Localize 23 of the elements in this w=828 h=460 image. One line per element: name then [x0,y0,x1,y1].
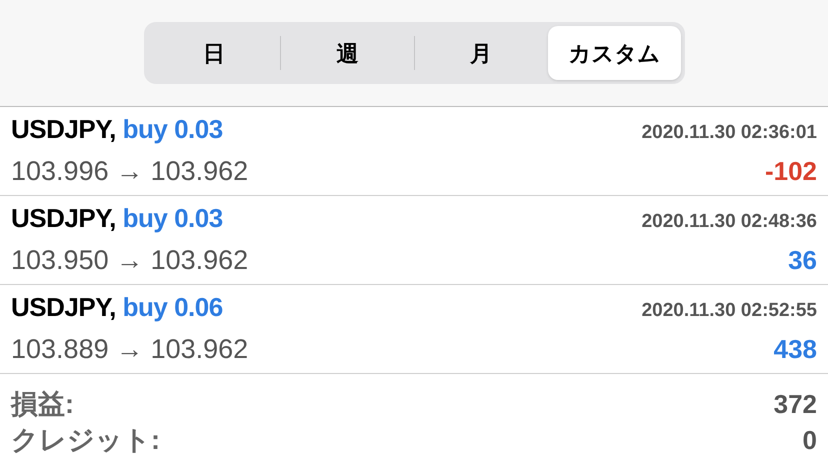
deal-time: 2020.11.30 02:48:36 [642,210,817,234]
trade-side-text: buy 0.06 [122,292,223,322]
period-tab[interactable]: 日 [148,26,280,80]
profit-value: 36 [788,244,817,278]
price-range: 103.996 → 103.962 [11,155,248,188]
deal-time: 2020.11.30 02:52:55 [642,299,817,324]
period-tab[interactable]: カスタム [548,26,680,80]
summary-value: 372 [774,388,817,420]
period-tab[interactable]: 週 [281,26,414,80]
summary-label: 損益: [11,388,74,420]
deal-time: 2020.11.30 02:36:01 [642,121,817,146]
trade-side-text: buy 0.03 [122,203,223,234]
summary-value: 0 [802,424,817,456]
price-range: 103.889 → 103.962 [11,333,248,366]
price-range: 103.950 → 103.962 [11,244,248,278]
symbol-text: USDJPY, [11,114,116,144]
symbol-text: USDJPY, [11,203,116,234]
symbol-text: USDJPY, [11,292,116,322]
period-tab[interactable]: 月 [414,26,547,80]
profit-value: 438 [774,333,817,366]
profit-value: -102 [764,155,817,188]
trade-side-text: buy 0.03 [122,114,223,144]
summary-label: クレジット: [11,424,160,456]
